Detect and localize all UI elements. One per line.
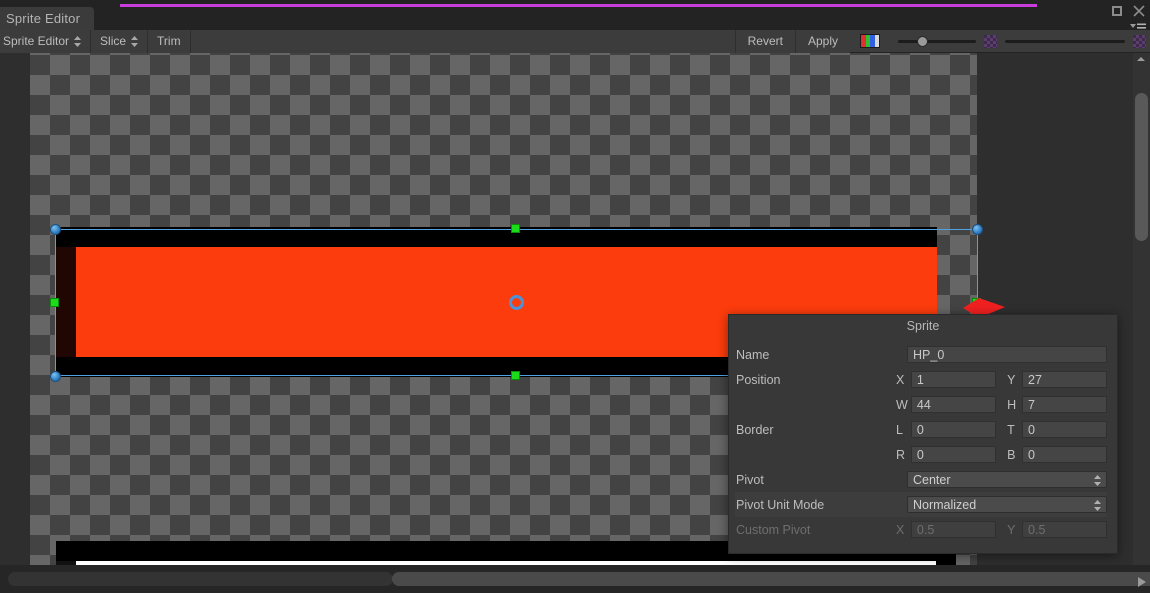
tab-label: Sprite Editor — [6, 11, 81, 26]
row-pivot-unit-mode: Pivot Unit Mode Normalized — [735, 492, 1107, 517]
close-icon[interactable] — [1132, 4, 1146, 18]
rgb-channel-icon[interactable] — [860, 34, 880, 48]
trim-button[interactable]: Trim — [148, 29, 191, 53]
pivot-label: Pivot — [736, 472, 764, 487]
alpha-slider[interactable] — [997, 39, 1133, 43]
row-pivot: Pivot Center — [735, 467, 1107, 492]
row-border2: R 0 B 0 — [735, 442, 1107, 467]
border-t-label: T — [1007, 422, 1015, 437]
zoom-slider-knob[interactable] — [917, 35, 928, 47]
custom-pivot-x-input: 0.5 — [910, 521, 996, 538]
custom-pivot-label: Custom Pivot — [736, 522, 811, 537]
pivot-dropdown-value: Center — [913, 472, 951, 487]
selection-handle-top-center[interactable] — [511, 224, 520, 233]
pivot-unit-mode-label: Pivot Unit Mode — [736, 497, 825, 512]
row-position: Position X 1 Y 27 — [735, 367, 1107, 392]
scroll-right-arrow-icon[interactable] — [1138, 574, 1146, 592]
border-label: Border — [736, 422, 774, 437]
position-x-input[interactable]: 1 — [910, 371, 996, 388]
slice-dropdown[interactable]: Slice — [91, 29, 149, 53]
selection-handle-bottom-left[interactable] — [50, 371, 61, 382]
border-r-label: R — [895, 447, 905, 462]
window-titlebar: Sprite Editor — [0, 0, 1150, 33]
custom-pivot-y-input: 0.5 — [1022, 521, 1107, 538]
trim-button-label: Trim — [157, 34, 181, 48]
scroll-up-arrow-icon[interactable] — [1137, 57, 1145, 61]
slice-dropdown-label: Slice — [100, 34, 127, 48]
maximize-icon[interactable] — [1110, 4, 1124, 18]
vertical-scrollbar[interactable] — [1133, 53, 1150, 565]
apply-button[interactable]: Apply — [794, 29, 850, 53]
pivot-unit-mode-value: Normalized — [913, 497, 977, 512]
pivot-handle[interactable] — [509, 295, 524, 310]
zoom-slider[interactable] — [890, 35, 984, 47]
border-b-input[interactable]: 0 — [1022, 446, 1107, 463]
updown-arrow-icon — [1094, 500, 1101, 514]
canvas-left-margin — [0, 53, 30, 565]
horizontal-scrollbar-thumb[interactable] — [392, 572, 1150, 586]
position-label: Position — [736, 372, 781, 387]
sprite-editor-dropdown[interactable]: Sprite Editor — [0, 29, 92, 53]
selection-handle-top-right[interactable] — [972, 224, 983, 235]
selection-handle-bottom-center[interactable] — [511, 371, 520, 380]
custom-pivot-x-label: X — [895, 522, 905, 537]
updown-arrow-icon — [1094, 475, 1101, 489]
sprite-editor-window: Sprite Editor Sprite Editor Slice Trim R… — [0, 0, 1150, 593]
selection-handle-middle-left[interactable] — [50, 298, 59, 307]
zoom-slider-track[interactable] — [898, 35, 976, 47]
position-w-label: W — [895, 397, 908, 412]
position-w-input[interactable]: 44 — [910, 396, 996, 413]
row-size: W 44 H 7 — [735, 392, 1107, 417]
position-h-label: H — [1007, 397, 1017, 412]
horizontal-scrollbar-track[interactable] — [8, 572, 393, 586]
checkerboard-icon — [984, 34, 997, 48]
horizontal-scrollbar[interactable] — [0, 565, 1150, 593]
accent-progress-line — [120, 4, 1037, 7]
row-name: Name HP_0 — [735, 342, 1107, 367]
selection-handle-top-left[interactable] — [50, 224, 61, 235]
pivot-unit-mode-dropdown[interactable]: Normalized — [907, 496, 1107, 513]
border-l-label: L — [895, 422, 903, 437]
row-custom-pivot: Custom Pivot X 0.5 Y 0.5 — [735, 517, 1107, 542]
checkerboard-icon — [1133, 34, 1146, 48]
custom-pivot-y-label: Y — [1007, 522, 1016, 537]
name-input[interactable]: HP_0 — [907, 346, 1107, 363]
vertical-scrollbar-thumb[interactable] — [1135, 93, 1148, 241]
apply-button-label: Apply — [807, 34, 838, 48]
alpha-slider-track[interactable] — [1005, 39, 1125, 43]
window-controls — [1110, 4, 1146, 18]
panel-menu-icon[interactable] — [1130, 20, 1146, 33]
position-h-input[interactable]: 7 — [1022, 396, 1107, 413]
sprite-panel-title-label: Sprite — [906, 318, 940, 333]
tab-sprite-editor[interactable]: Sprite Editor — [0, 7, 95, 30]
sprite-panel-body: Name HP_0 Position X 1 Y 27 W 44 H 7 Bor — [729, 336, 1117, 542]
position-y-input[interactable]: 27 — [1022, 371, 1107, 388]
border-r-input[interactable]: 0 — [910, 446, 996, 463]
sprite-panel-title: Sprite — [729, 315, 1117, 336]
revert-button[interactable]: Revert — [734, 29, 795, 53]
border-l-input[interactable]: 0 — [910, 421, 996, 438]
sprite-editor-toolbar: Sprite Editor Slice Trim Revert Apply — [0, 29, 1150, 53]
row-border: Border L 0 T 0 — [735, 417, 1107, 442]
position-x-label: X — [895, 372, 905, 387]
pivot-dropdown[interactable]: Center — [907, 471, 1107, 488]
revert-button-label: Revert — [747, 34, 783, 48]
sprite-inspector-panel: Sprite Name HP_0 Position X 1 Y 27 W 44 … — [728, 314, 1118, 554]
updown-arrow-icon — [74, 35, 82, 47]
name-label: Name — [736, 347, 770, 362]
updown-arrow-icon — [131, 35, 139, 47]
sprite-editor-dropdown-label: Sprite Editor — [3, 34, 70, 48]
border-t-input[interactable]: 0 — [1022, 421, 1107, 438]
position-y-label: Y — [1007, 372, 1016, 387]
toolbar-spacer — [190, 29, 735, 53]
border-b-label: B — [1007, 447, 1016, 462]
